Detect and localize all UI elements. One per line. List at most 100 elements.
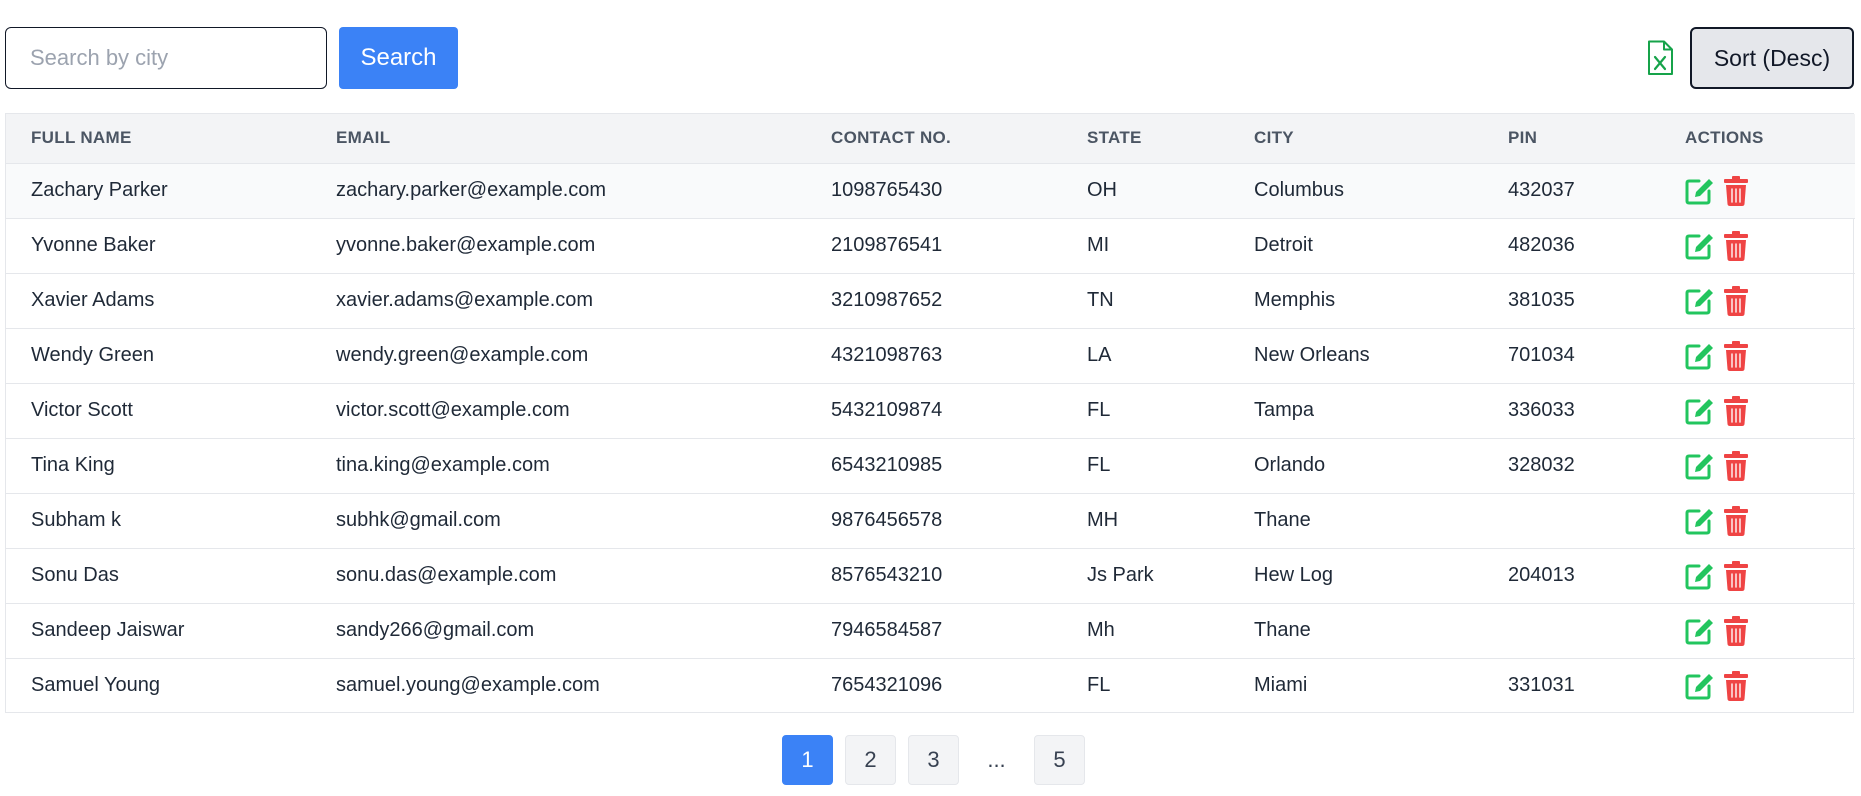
cell-actions: [1660, 383, 1855, 438]
edit-icon[interactable]: [1685, 397, 1715, 425]
trash-icon[interactable]: [1723, 285, 1749, 316]
cell-full-name: Samuel Young: [31, 674, 161, 697]
cell-pin: 381035: [1508, 289, 1575, 311]
header-full-name: FULL NAME: [31, 128, 132, 148]
page-button-3[interactable]: 3: [908, 735, 959, 785]
table-row: Subham k subhk@gmail.com 9876456578 MH Thane: [6, 493, 1855, 548]
table-row: Samuel Young samuel.young@example.com 7654…: [6, 658, 1855, 713]
cell-state: FL: [1087, 399, 1111, 421]
search-button[interactable]: Search: [339, 27, 458, 89]
cell-contact: 3210987652: [831, 289, 943, 311]
cell-email: subhk@gmail.com: [336, 509, 501, 531]
cell-actions: [1660, 603, 1855, 658]
page-button-5[interactable]: 5: [1034, 735, 1085, 785]
edit-icon[interactable]: [1685, 287, 1715, 315]
cell-city: Detroit: [1254, 234, 1313, 256]
cell-pin: 432037: [1508, 179, 1575, 201]
cell-pin: 328032: [1508, 454, 1575, 476]
cell-city: Thane: [1254, 509, 1311, 531]
cell-actions: [1660, 493, 1855, 548]
cell-email: samuel.young@example.com: [336, 674, 600, 697]
cell-pin: 701034: [1508, 344, 1575, 366]
table-row: Tina King tina.king@example.com 6543210985…: [6, 438, 1855, 493]
edit-icon[interactable]: [1685, 562, 1715, 590]
cell-city: Thane: [1254, 619, 1311, 641]
cell-city: Columbus: [1254, 179, 1345, 201]
cell-pin: 482036: [1508, 234, 1575, 256]
header-contact: CONTACT NO.: [831, 128, 952, 148]
cell-contact: 4321098763: [831, 344, 943, 366]
cell-actions: [1660, 548, 1855, 603]
cell-email: yvonne.baker@example.com: [336, 234, 596, 256]
cell-city: Tampa: [1254, 399, 1315, 421]
table-header-row: FULL NAME EMAIL CONTACT NO. STATE CITY P…: [6, 114, 1855, 163]
edit-icon[interactable]: [1685, 232, 1715, 260]
table-row: Sandeep Jaiswar sandy266@gmail.com 7946584…: [6, 603, 1855, 658]
cell-pin: [1483, 603, 1660, 658]
cell-state: Js Park: [1087, 564, 1154, 586]
cell-pin: 331031: [1508, 674, 1575, 697]
trash-icon[interactable]: [1723, 395, 1749, 426]
cell-contact: 9876456578: [831, 509, 943, 531]
trash-icon[interactable]: [1723, 615, 1749, 646]
cell-state: Mh: [1087, 619, 1115, 641]
table-row: Wendy Green wendy.green@example.com 432109…: [6, 328, 1855, 383]
cell-full-name: Yvonne Baker: [31, 234, 156, 256]
cell-city: Hew Log: [1254, 564, 1333, 586]
header-pin: PIN: [1508, 128, 1538, 148]
edit-icon[interactable]: [1685, 617, 1715, 645]
page-button-2[interactable]: 2: [845, 735, 896, 785]
trash-icon[interactable]: [1723, 340, 1749, 371]
cell-full-name: Subham k: [31, 509, 122, 531]
page: Search Sort (Desc) FULL NAME EMAIL CONTA…: [0, 0, 1861, 796]
sort-desc-button[interactable]: Sort (Desc): [1690, 27, 1854, 89]
cell-full-name: Zachary Parker: [31, 179, 168, 201]
cell-email: sonu.das@example.com: [336, 564, 557, 586]
edit-icon[interactable]: [1685, 342, 1715, 370]
cell-full-name: Victor Scott: [31, 399, 133, 421]
cell-actions: [1660, 438, 1855, 493]
trash-icon[interactable]: [1723, 175, 1749, 206]
trash-icon[interactable]: [1723, 230, 1749, 261]
table-row: Zachary Parker zachary.parker@example.com…: [6, 163, 1855, 218]
header-actions: ACTIONS: [1685, 128, 1764, 148]
cell-state: OH: [1087, 179, 1117, 201]
excel-file-icon[interactable]: [1646, 40, 1674, 76]
cell-pin: 336033: [1508, 399, 1575, 421]
cell-actions: [1660, 658, 1855, 713]
cell-email: sandy266@gmail.com: [336, 619, 535, 641]
trash-icon[interactable]: [1723, 560, 1749, 591]
edit-icon[interactable]: [1685, 672, 1715, 700]
cell-city: New Orleans: [1254, 344, 1370, 366]
cell-pin: [1483, 493, 1660, 548]
cell-email: victor.scott@example.com: [336, 399, 570, 421]
cell-contact: 7654321096: [831, 674, 943, 697]
page-button-1[interactable]: 1: [782, 735, 833, 785]
cell-contact: 6543210985: [831, 454, 943, 476]
trash-icon[interactable]: [1723, 670, 1749, 701]
cell-actions: [1660, 273, 1855, 328]
header-email: EMAIL: [336, 128, 391, 148]
search-input[interactable]: [5, 27, 327, 89]
cell-full-name: Sandeep Jaiswar: [31, 619, 185, 641]
edit-icon[interactable]: [1685, 452, 1715, 480]
trash-icon[interactable]: [1723, 505, 1749, 536]
table-row: Xavier Adams xavier.adams@example.com 3210…: [6, 273, 1855, 328]
cell-contact: 2109876541: [831, 234, 943, 256]
table-row: Sonu Das sonu.das@example.com 8576543210 Js…: [6, 548, 1855, 603]
edit-icon[interactable]: [1685, 507, 1715, 535]
cell-actions: [1660, 218, 1855, 273]
header-city: CITY: [1254, 128, 1294, 148]
cell-full-name: Xavier Adams: [31, 289, 155, 311]
edit-icon[interactable]: [1685, 177, 1715, 205]
cell-actions: [1660, 328, 1855, 383]
cell-state: FL: [1087, 674, 1111, 697]
cell-state: MI: [1087, 234, 1110, 256]
cell-city: Memphis: [1254, 289, 1336, 311]
trash-icon[interactable]: [1723, 450, 1749, 481]
header-state: STATE: [1087, 128, 1142, 148]
cell-city: Miami: [1254, 674, 1308, 697]
cell-email: zachary.parker@example.com: [336, 179, 607, 201]
cell-state: MH: [1087, 509, 1119, 531]
cell-email: xavier.adams@example.com: [336, 289, 594, 311]
